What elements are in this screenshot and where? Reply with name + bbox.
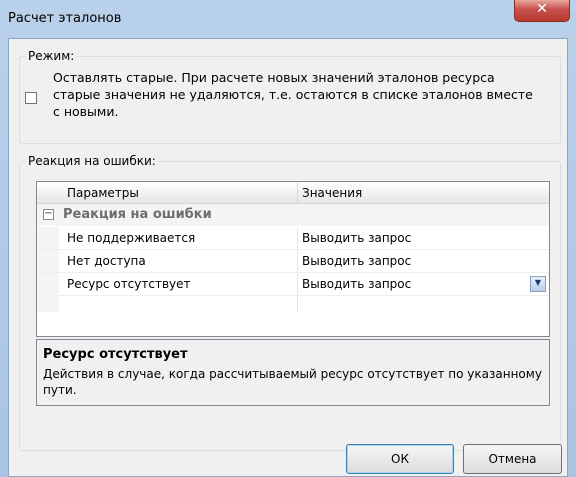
property-row[interactable]: Нет доступа Выводить запрос <box>37 250 549 273</box>
chevron-down-icon: ▼ <box>534 278 542 287</box>
property-grid-header: Параметры Значения <box>37 182 549 204</box>
property-name: Ресурс отсутствует <box>67 277 191 291</box>
property-name: Не поддерживается <box>67 231 196 245</box>
column-header-values[interactable]: Значения <box>302 186 362 200</box>
keep-old-label[interactable]: Оставлять старые. При расчете новых знач… <box>53 69 543 120</box>
column-header-params[interactable]: Параметры <box>67 186 139 200</box>
description-title: Ресурс отсутствует <box>43 347 188 362</box>
mode-legend: Режим: <box>28 49 75 63</box>
property-value[interactable]: Выводить запрос <box>302 231 411 245</box>
error-reaction-legend: Реакция на ошибки: <box>28 154 156 168</box>
category-label: Реакция на ошибки <box>63 207 212 222</box>
dropdown-button[interactable]: ▼ <box>530 276 546 292</box>
dialog-window: Расчет эталонов ✕ Режим: Оставлять стары… <box>0 0 576 477</box>
property-value[interactable]: Выводить запрос <box>302 254 411 268</box>
property-grid: Параметры Значения − Реакция на ошибки Н… <box>36 181 550 337</box>
property-name: Нет доступа <box>67 254 146 268</box>
close-button[interactable]: ✕ <box>514 0 570 22</box>
close-icon: ✕ <box>536 1 548 17</box>
description-panel: Ресурс отсутствует Действия в случае, ко… <box>36 339 550 406</box>
description-text: Действия в случае, когда рассчитываемый … <box>43 367 542 397</box>
column-divider[interactable] <box>297 182 298 203</box>
category-row[interactable]: − Реакция на ошибки <box>37 204 549 226</box>
ok-button[interactable]: ОК <box>346 444 454 474</box>
collapse-icon[interactable]: − <box>43 209 54 220</box>
keep-old-checkbox[interactable] <box>25 92 37 104</box>
property-value-select[interactable]: Выводить запрос <box>302 277 411 291</box>
property-row-selected[interactable]: Ресурс отсутствует Выводить запрос ▼ <box>37 273 549 296</box>
title-bar[interactable]: Расчет эталонов ✕ <box>0 0 576 38</box>
cancel-button[interactable]: Отмена <box>463 444 562 474</box>
property-row[interactable]: Не поддерживается Выводить запрос <box>37 227 549 250</box>
window-title: Расчет эталонов <box>8 11 122 26</box>
